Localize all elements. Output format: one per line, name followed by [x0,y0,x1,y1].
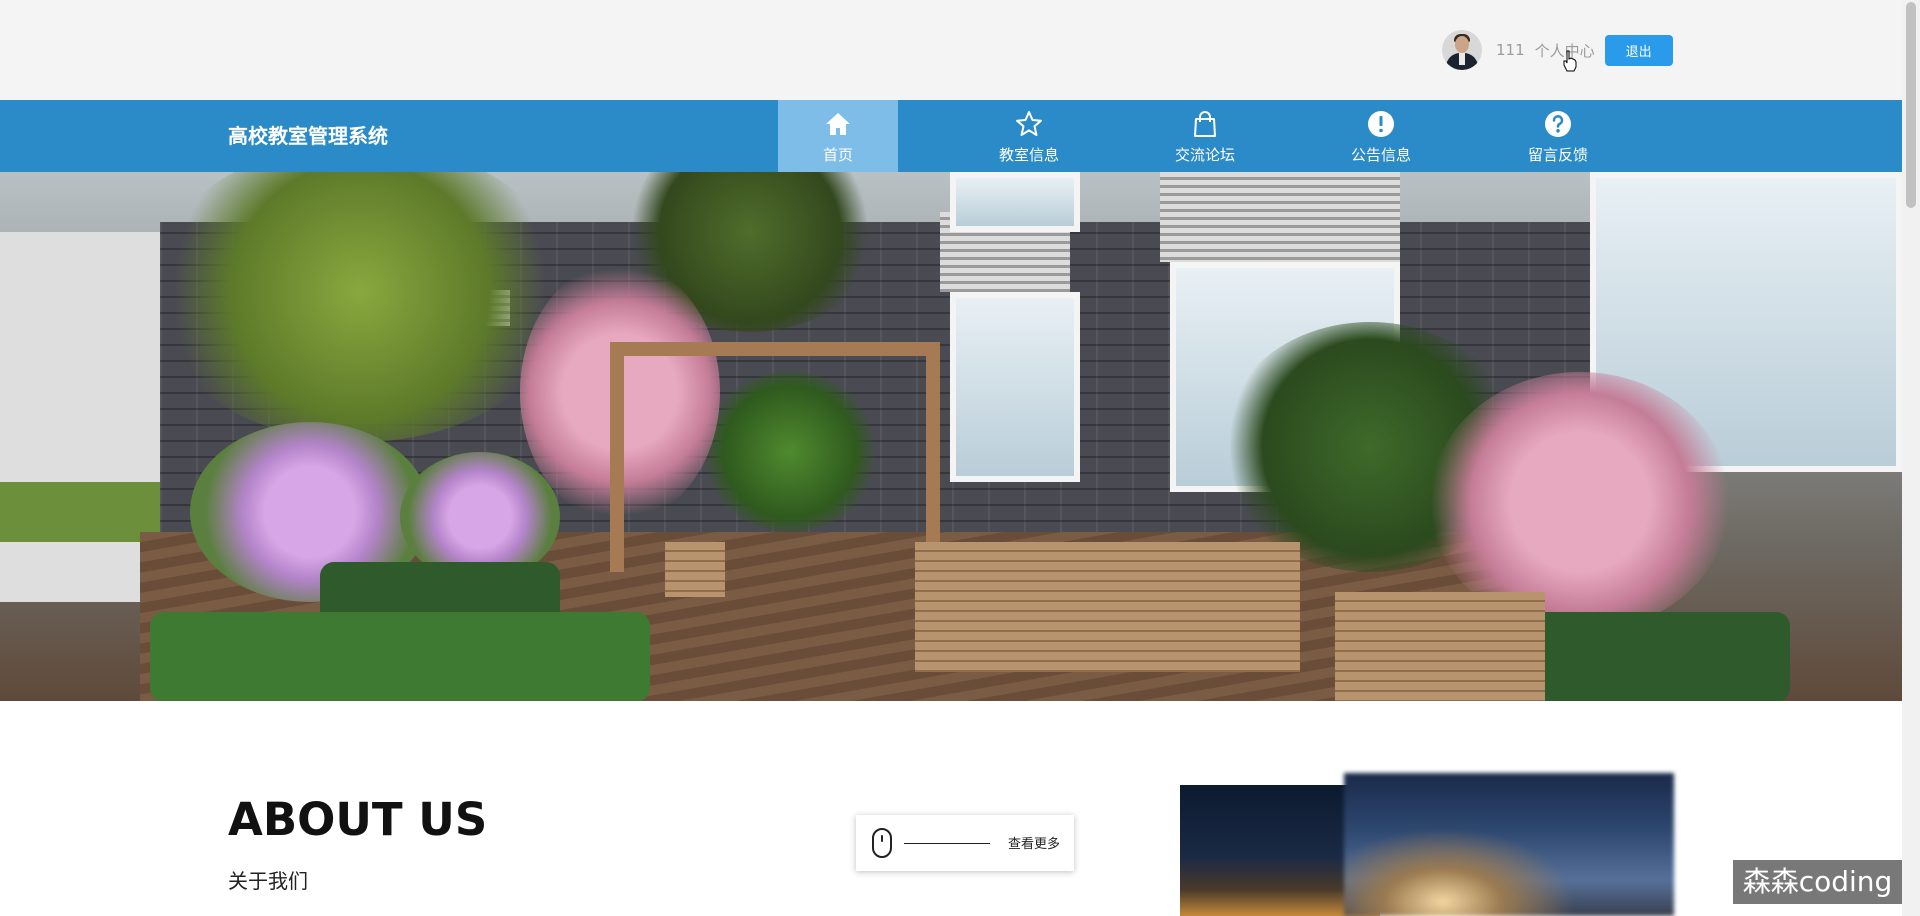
about-image-blurred [1344,773,1674,916]
user-avatar[interactable] [1442,30,1482,70]
nav-item-home[interactable]: 首页 [778,100,898,172]
about-title: ABOUT US [228,793,488,846]
logout-button[interactable]: 退出 [1604,34,1673,66]
username: 111 [1496,41,1525,59]
main-nav: 高校教室管理系统 首页 教室信息 交流论坛 公告信息 留言反馈 [0,100,1902,172]
view-more-label: 查看更多 [1008,837,1061,852]
nav-item-classroom-info[interactable]: 教室信息 [969,100,1089,172]
divider-line [904,843,990,844]
nav-item-forum[interactable]: 交流论坛 [1145,100,1265,172]
about-subtitle: 关于我们 [228,869,308,893]
question-circle-icon [1545,111,1571,137]
hand-cursor-icon [1563,50,1577,72]
scrollbar-thumb[interactable] [1906,2,1916,208]
exclamation-circle-icon [1368,111,1394,137]
top-bar: 111 个人中心 退出 [0,0,1902,100]
about-section: ABOUT US 关于我们 查看更多 [0,701,1902,916]
site-brand[interactable]: 高校教室管理系统 [228,100,388,172]
nav-item-label: 教室信息 [998,146,1059,164]
nav-item-feedback[interactable]: 留言反馈 [1498,100,1618,172]
nav-item-announcements[interactable]: 公告信息 [1321,100,1441,172]
star-icon [1016,111,1042,136]
home-icon [826,113,850,135]
nav-item-label: 首页 [822,146,853,164]
nav-item-label: 公告信息 [1350,146,1411,164]
watermark: 森森coding [1733,860,1902,904]
mouse-icon [872,828,892,858]
view-more-button[interactable]: 查看更多 [856,815,1074,871]
user-area: 111 个人中心 退出 [1442,30,1673,70]
shopping-bag-icon [1194,111,1216,137]
banner-carousel[interactable] [0,172,1902,701]
nav-item-label: 交流论坛 [1174,146,1235,164]
nav-item-label: 留言反馈 [1527,146,1588,164]
